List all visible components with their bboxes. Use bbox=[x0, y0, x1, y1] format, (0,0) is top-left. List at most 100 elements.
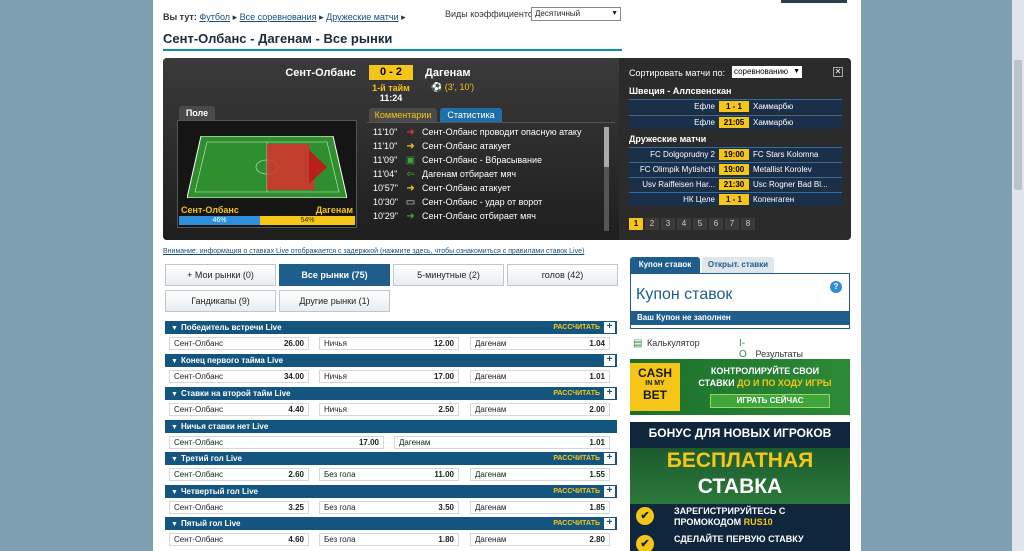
possession-home-team: Сент-Олбанс bbox=[181, 205, 239, 215]
market-header[interactable]: ▼ Ставки на второй тайм Live РАССЧИТАТЬ + bbox=[165, 387, 617, 400]
scrollbar-thumb[interactable] bbox=[1014, 60, 1022, 190]
play-now-button[interactable]: ИГРАТЬ СЕЙЧАС bbox=[710, 394, 830, 408]
market-odds-row: Сент-Олбанс 34.00 Ничья 17.00 Дагенам 1.01 bbox=[165, 367, 617, 385]
live-scoreboard: Сент-Олбанс 0 - 2 Дагенам 1-й тайм 11:24… bbox=[163, 58, 619, 240]
selection-name: Сент-Олбанс bbox=[174, 438, 224, 447]
odds-cell[interactable]: Дагенам 2.00 bbox=[470, 403, 610, 416]
sort-select[interactable]: соревнованию bbox=[732, 66, 802, 78]
tab-comments[interactable]: Комментарии bbox=[369, 108, 437, 122]
odds-cell[interactable]: Ничья 2.50 bbox=[319, 403, 459, 416]
free-bet-line-2: СТАВКА bbox=[697, 475, 783, 498]
odds-cell[interactable]: Сент-Олбанс 3.25 bbox=[169, 501, 309, 514]
odds-cell[interactable]: Сент-Олбанс 26.00 bbox=[169, 337, 309, 350]
add-icon[interactable]: + bbox=[604, 453, 615, 464]
add-icon[interactable]: + bbox=[604, 486, 615, 497]
step-text: ЗАРЕГИСТРИРУЙТЕСЬ С ПРОМОКОДОМ RUS10 bbox=[674, 506, 785, 528]
odds-cell[interactable]: Дагенам 1.04 bbox=[470, 337, 610, 350]
calc-link[interactable]: РАССЧИТАТЬ bbox=[553, 321, 600, 334]
tab-bet-coupon[interactable]: Купон ставок bbox=[630, 257, 700, 273]
odds-cell[interactable]: Дагенам 1.55 bbox=[470, 468, 610, 481]
comment-text: Сент-Олбанс - удар от ворот bbox=[422, 197, 543, 207]
odds-cell[interactable]: Сент-Олбанс 4.40 bbox=[169, 403, 309, 416]
comment-row: 10'29" ➜ Сент-Олбанс отбирает мяч bbox=[373, 209, 536, 223]
add-icon[interactable]: + bbox=[604, 388, 615, 399]
odds-cell[interactable]: Дагенам 1.01 bbox=[470, 370, 610, 383]
page-6[interactable]: 6 bbox=[709, 218, 723, 230]
market-header[interactable]: ▼ Третий гол Live РАССЧИТАТЬ + bbox=[165, 452, 617, 465]
selection-odd: 26.00 bbox=[283, 339, 304, 348]
possession-home: 46% bbox=[179, 216, 260, 225]
odds-cell[interactable]: Ничья 17.00 bbox=[319, 370, 459, 383]
odds-cell[interactable]: Сент-Олбанс 2.60 bbox=[169, 468, 309, 481]
title-underline bbox=[163, 49, 622, 51]
odds-cell[interactable]: Сент-Олбанс 34.00 bbox=[169, 370, 309, 383]
goal-times: (3', 10') bbox=[444, 82, 475, 92]
results-link[interactable]: I-O Результаты bbox=[739, 338, 803, 360]
odds-cell[interactable]: Дагенам 1.01 bbox=[394, 436, 610, 449]
possession-away: 54% bbox=[260, 216, 355, 225]
add-icon[interactable]: + bbox=[604, 322, 615, 333]
window-scrollbar[interactable] bbox=[1012, 0, 1024, 551]
live-match-row[interactable]: Ефле 1 - 1 Хаммарбю bbox=[629, 99, 842, 113]
odds-cell[interactable]: Без гола 11.00 bbox=[319, 468, 459, 481]
page-4[interactable]: 4 bbox=[677, 218, 691, 230]
top-button-edge[interactable] bbox=[781, 0, 847, 3]
breadcrumb-link-football[interactable]: Футбол bbox=[199, 12, 230, 22]
tab-open-bets[interactable]: Открыт. ставки bbox=[702, 257, 774, 273]
live-match-row[interactable]: НК Целе 1 - 1 Копенгаген bbox=[629, 192, 842, 206]
arrow-yellow-icon: ➜ bbox=[406, 141, 415, 152]
filter-handicaps[interactable]: Гандикапы (9) bbox=[165, 290, 276, 312]
filter-goals[interactable]: голов (42) bbox=[507, 264, 618, 286]
market-odds-row: Сент-Олбанс 2.60 Без гола 11.00 Дагенам 1.5… bbox=[165, 465, 617, 483]
calc-link[interactable]: РАССЧИТАТЬ bbox=[553, 387, 600, 400]
calc-link[interactable]: РАССЧИТАТЬ bbox=[553, 517, 600, 530]
page-3[interactable]: 3 bbox=[661, 218, 675, 230]
league-title: Дружеские матчи bbox=[629, 134, 707, 144]
page-1[interactable]: 1 bbox=[629, 218, 643, 230]
bonus-banner[interactable]: БОНУС ДЛЯ НОВЫХ ИГРОКОВ БЕСПЛАТНАЯ СТАВК… bbox=[630, 422, 850, 551]
market-header[interactable]: ▼ Конец первого тайма Live + bbox=[165, 354, 617, 367]
page-8[interactable]: 8 bbox=[741, 218, 755, 230]
calc-link[interactable]: РАССЧИТАТЬ bbox=[553, 485, 600, 498]
selection-odd: 4.40 bbox=[288, 405, 304, 414]
live-delay-notice[interactable]: Внимание: информация о ставках Live отоб… bbox=[163, 248, 584, 255]
live-match-row[interactable]: FC Olimpik Mytishchi 19:00 Metallist Kor… bbox=[629, 162, 842, 176]
page-7[interactable]: 7 bbox=[725, 218, 739, 230]
odds-cell[interactable]: Без гола 1.80 bbox=[319, 533, 459, 546]
calc-link[interactable]: РАССЧИТАТЬ bbox=[553, 452, 600, 465]
calculator-link[interactable]: ▤ Калькулятор bbox=[633, 338, 700, 349]
odds-cell[interactable]: Без гола 3.50 bbox=[319, 501, 459, 514]
tab-field[interactable]: Поле bbox=[179, 106, 215, 120]
breadcrumb-link-all-competitions[interactable]: Все соревнования bbox=[240, 12, 317, 22]
market-header[interactable]: ▼ Ничья ставки нет Live bbox=[165, 420, 617, 433]
add-icon[interactable]: + bbox=[604, 518, 615, 529]
help-icon[interactable]: ? bbox=[830, 281, 842, 293]
odds-cell[interactable]: Дагенам 2.80 bbox=[470, 533, 610, 546]
filter-my-markets[interactable]: + Мои рынки (0) bbox=[165, 264, 276, 286]
tab-statistics[interactable]: Статистика bbox=[440, 108, 502, 122]
live-match-row[interactable]: Usv Raiffeisen Har... 21:30 Usc Rogner B… bbox=[629, 177, 842, 191]
add-icon[interactable]: + bbox=[604, 355, 615, 366]
comment-time: 11'10" bbox=[373, 141, 398, 151]
filter-all-markets[interactable]: Все рынки (75) bbox=[279, 264, 390, 286]
odds-cell[interactable]: Дагенам 1.85 bbox=[470, 501, 610, 514]
filter-5-minute[interactable]: 5-минутные (2) bbox=[393, 264, 504, 286]
odds-cell[interactable]: Ничья 12.00 bbox=[319, 337, 459, 350]
page-2[interactable]: 2 bbox=[645, 218, 659, 230]
market-header[interactable]: ▼ Четвертый гол Live РАССЧИТАТЬ + bbox=[165, 485, 617, 498]
odds-cell[interactable]: Сент-Олбанс 4.60 bbox=[169, 533, 309, 546]
live-match-row[interactable]: FC Dolgoprudny 2 19:00 FC Stars Kolomna bbox=[629, 147, 842, 161]
filter-other-markets[interactable]: Другие рынки (1) bbox=[279, 290, 390, 312]
odds-cell[interactable]: Сент-Олбанс 17.00 bbox=[169, 436, 384, 449]
live-match-row[interactable]: Ефле 21:05 Хаммарбю bbox=[629, 115, 842, 129]
breadcrumb-link-friendlies[interactable]: Дружеские матчи bbox=[326, 12, 398, 22]
close-icon[interactable]: ✕ bbox=[833, 67, 843, 77]
match-away: Usc Rogner Bad Bl... bbox=[753, 180, 828, 189]
commentary-scrollbar[interactable] bbox=[604, 127, 609, 231]
commentary-list: 11'10" ➜ Сент-Олбанс проводит опасную ат… bbox=[367, 122, 615, 234]
cash-in-my-bet-banner[interactable]: CASH IN MY BET КОНТРОЛИРУЙТЕ СВОИ СТАВКИ… bbox=[630, 359, 850, 415]
page-5[interactable]: 5 bbox=[693, 218, 707, 230]
market-header[interactable]: ▼ Победитель встречи Live РАССЧИТАТЬ + bbox=[165, 321, 617, 334]
market-header[interactable]: ▼ Пятый гол Live РАССЧИТАТЬ + bbox=[165, 517, 617, 530]
odds-type-select[interactable]: Десятичный bbox=[531, 7, 621, 21]
